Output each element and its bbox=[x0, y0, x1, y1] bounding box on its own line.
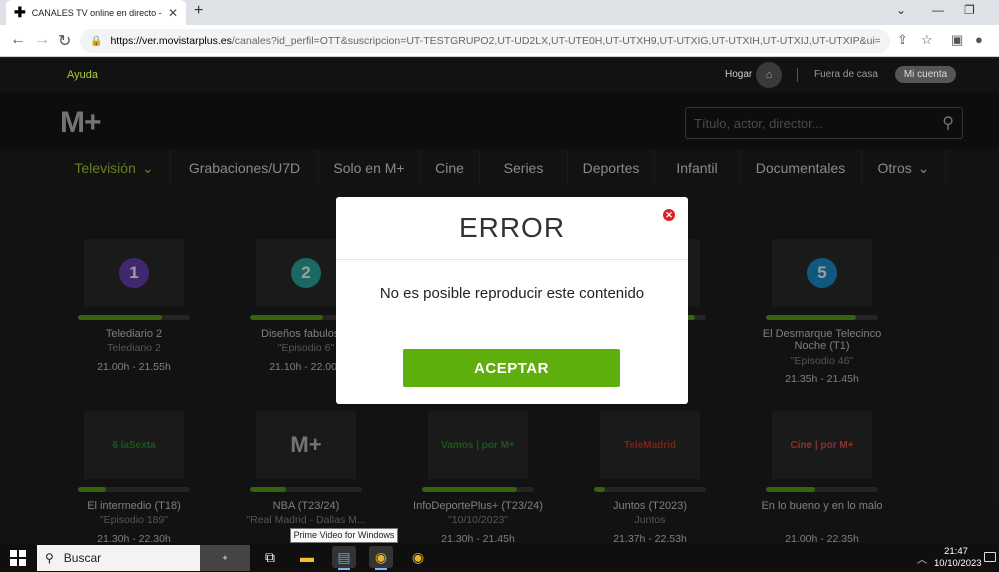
share-icon[interactable]: ⇪ bbox=[897, 32, 908, 48]
fuera-de-casa-link[interactable]: Fuera de casa bbox=[814, 69, 878, 80]
reload-icon[interactable]: ↻ bbox=[58, 31, 71, 51]
back-icon[interactable]: ← bbox=[10, 31, 26, 49]
home-network-icon[interactable]: ⌂ bbox=[756, 62, 782, 88]
movistar-plus-icon: ✚ bbox=[14, 4, 26, 20]
chrome-icon[interactable]: ◉ bbox=[369, 546, 393, 570]
tab-title: CANALES TV online en directo - bbox=[31, 7, 162, 18]
minimize-icon[interactable]: — bbox=[932, 3, 944, 17]
clock-date: 10/10/2023 bbox=[934, 558, 982, 569]
url-domain: https://ver.movistarplus.es bbox=[110, 35, 232, 47]
profile-icon[interactable]: ● bbox=[975, 32, 983, 47]
divider bbox=[797, 68, 798, 82]
my-account-button[interactable]: Mi cuenta bbox=[895, 66, 956, 83]
prime-video-icon[interactable]: ▤ bbox=[332, 546, 356, 570]
notifications-icon[interactable] bbox=[984, 552, 996, 562]
url-path: /canales?id_perfil=OTT&suscripcion=UT-TE… bbox=[231, 35, 880, 47]
browser-tab[interactable]: ✚ CANALES TV online en directo - ✕ bbox=[6, 0, 186, 25]
side-panel-icon[interactable]: ▣ bbox=[951, 32, 963, 48]
help-link[interactable]: Ayuda bbox=[67, 69, 98, 81]
url-field[interactable]: 🔒 https://ver.movistarplus.es/canales?id… bbox=[80, 29, 890, 53]
address-bar-row: ← → ↻ 🔒 https://ver.movistarplus.es/cana… bbox=[0, 25, 999, 57]
taskbar-search[interactable]: ⚲ Buscar ✦ bbox=[37, 545, 250, 571]
lock-icon: 🔒 bbox=[90, 35, 103, 47]
task-view-icon[interactable]: ⧉ bbox=[258, 546, 282, 568]
search-highlight-image: ✦ bbox=[200, 545, 250, 571]
dialog-message: No es posible reproducir este contenido bbox=[379, 285, 645, 302]
restore-icon[interactable]: ❐ bbox=[964, 3, 975, 17]
file-explorer-icon[interactable]: ▬ bbox=[295, 546, 319, 568]
tray-chevron-icon[interactable]: ︿ bbox=[917, 551, 927, 566]
windows-taskbar: ⚲ Buscar ✦ ⧉ ▬ ▤ ◉ ◉ ︿ 21:47 10/10/2023 bbox=[0, 543, 999, 572]
browser-tab-strip: ✚ CANALES TV online en directo - ✕ + ⌄ —… bbox=[0, 0, 999, 25]
new-tab-button[interactable]: + bbox=[194, 2, 203, 20]
error-dialog: ERROR ✕ No es posible reproducir este co… bbox=[336, 197, 688, 404]
clock-time: 21:47 bbox=[944, 546, 968, 557]
taskbar-search-input[interactable]: Buscar bbox=[64, 551, 200, 565]
utility-bar: Ayuda Hogar ⌂ Fuera de casa Mi cuenta bbox=[0, 58, 999, 92]
tab-search-icon[interactable]: ⌄ bbox=[896, 3, 906, 17]
taskbar-clock[interactable]: 21:47 10/10/2023 bbox=[934, 546, 982, 570]
close-icon[interactable]: ✕ bbox=[663, 209, 675, 221]
hogar-label: Hogar bbox=[725, 69, 753, 80]
search-icon: ⚲ bbox=[45, 551, 54, 565]
dialog-title: ERROR bbox=[336, 197, 688, 260]
close-tab-icon[interactable]: ✕ bbox=[168, 6, 178, 20]
forward-icon[interactable]: → bbox=[34, 31, 50, 49]
accept-button[interactable]: ACEPTAR bbox=[403, 349, 620, 387]
bookmark-star-icon[interactable]: ☆ bbox=[921, 32, 933, 48]
windows-start-icon[interactable] bbox=[10, 550, 26, 566]
taskbar-tooltip: Prime Video for Windows bbox=[290, 528, 398, 543]
chrome-icon-2[interactable]: ◉ bbox=[406, 546, 430, 568]
